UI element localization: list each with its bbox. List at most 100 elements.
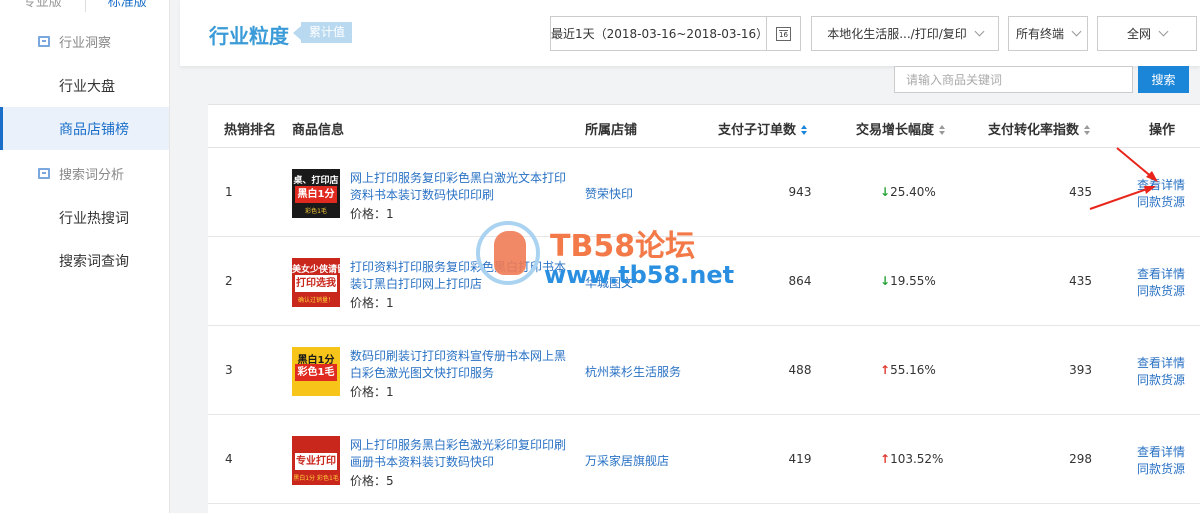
growth-value: ↑55.16% xyxy=(880,363,936,377)
col-shop: 所属店铺 xyxy=(585,123,638,138)
product-thumbnail[interactable]: 黑白1分 彩色1毛 xyxy=(292,347,340,396)
table-row: 1 桌、打印店 黑白1分 彩色1毛 网上打印服务复印彩色黑白激光文本打印资料书本… xyxy=(208,148,1200,237)
price-value: 5 xyxy=(386,474,394,488)
product-name-link[interactable]: 打印资料打印服务复印彩色黑白打印书本装订黑白打印网上打印店 xyxy=(350,259,575,293)
product-keyword-input[interactable] xyxy=(894,66,1133,93)
chevron-down-icon xyxy=(1071,26,1082,37)
thumb-text: 确认过销量！ xyxy=(297,297,334,304)
arrow-down-icon: ↓ xyxy=(880,185,891,199)
product-price: 价格：1 xyxy=(350,383,394,400)
shop-link[interactable]: 赞荣快印 xyxy=(585,185,633,202)
operation-cell: 查看详情 同款货源 xyxy=(1137,266,1185,300)
header-bar: 行业粒度 累计值 最近1天（2018-03-16~2018-03-16） 16 … xyxy=(180,0,1200,66)
sidebar-item-label: 搜索词查询 xyxy=(59,253,129,270)
date-range-picker[interactable]: 最近1天（2018-03-16~2018-03-16） 16 xyxy=(550,16,801,51)
date-range-text: 最近1天（2018-03-16~2018-03-16） xyxy=(551,27,769,41)
terminal-select[interactable]: 所有终端 xyxy=(1008,16,1088,51)
terminal-value: 所有终端 xyxy=(1015,27,1064,41)
operation-cell: 查看详情 同款货源 xyxy=(1137,444,1185,478)
orders-value: 943 xyxy=(788,185,812,199)
sidebar-item-industry-overview[interactable]: 行业大盘 xyxy=(0,64,169,107)
price-value: 1 xyxy=(386,207,394,221)
orders-value: 488 xyxy=(788,363,812,377)
same-source-link[interactable]: 同款货源 xyxy=(1137,283,1185,300)
product-name-link[interactable]: 网上打印服务黑白彩色激光彩印复印印刷画册书本资料装订数码快印 xyxy=(350,437,575,471)
col-orders[interactable]: 支付子订单数 xyxy=(718,119,808,138)
growth-percent: 103.52% xyxy=(890,452,944,466)
same-source-link[interactable]: 同款货源 xyxy=(1137,461,1185,478)
orders-value: 419 xyxy=(788,452,812,466)
price-label: 价格： xyxy=(350,385,387,399)
thumb-text: 美女少侠请留步 xyxy=(292,265,340,275)
price-label: 价格： xyxy=(350,207,387,221)
thumb-text: 桌、打印店 xyxy=(293,176,339,186)
product-price: 价格：5 xyxy=(350,472,394,489)
growth-percent: 55.16% xyxy=(890,363,936,377)
sidebar-item-label: 行业热搜词 xyxy=(59,210,129,227)
col-conversion[interactable]: 支付转化率指数 xyxy=(988,119,1091,138)
sort-icon xyxy=(801,125,808,135)
cumulative-badge: 累计值 xyxy=(292,22,353,43)
table-row: 2 美女少侠请留步 打印选我 确认过销量！ 打印资料打印服务复印彩色黑白打印书本… xyxy=(208,237,1200,326)
conversion-value: 393 xyxy=(1069,363,1092,377)
chevron-down-icon xyxy=(974,26,985,37)
category-select[interactable]: 本地化生活服.../打印/复印 xyxy=(811,16,999,51)
product-name-link[interactable]: 网上打印服务复印彩色黑白激光文本打印资料书本装订数码快印印刷 xyxy=(350,170,575,204)
growth-percent: 19.55% xyxy=(890,274,936,288)
thumb-text: 黑白1分 xyxy=(295,186,337,203)
col-rank: 热销排名 xyxy=(224,123,277,138)
growth-value: ↓19.55% xyxy=(880,274,936,288)
col-product-info: 商品信息 xyxy=(292,123,345,138)
col-orders-label: 支付子订单数 xyxy=(718,123,797,138)
rank-value: 3 xyxy=(225,363,233,377)
tab-standard-version[interactable]: 标准版 xyxy=(84,0,170,12)
operation-cell: 查看详情 同款货源 xyxy=(1137,355,1185,389)
search-button[interactable]: 搜索 xyxy=(1138,66,1189,93)
thumb-text: 彩色1毛 xyxy=(305,208,327,215)
orders-value: 864 xyxy=(788,274,812,288)
rank-value: 4 xyxy=(225,452,233,466)
product-rank-table: 热销排名 商品信息 所属店铺 支付子订单数 交易增长幅度 支付转化率指数 操作 … xyxy=(208,104,1200,513)
product-price: 价格：1 xyxy=(350,205,394,222)
calendar-icon: 16 xyxy=(776,26,791,41)
sidebar-item-hot-search-terms[interactable]: 行业热搜词 xyxy=(0,196,169,239)
thumb-text: 打印选我 xyxy=(295,275,337,292)
product-thumbnail[interactable]: 专业打印 黑白1分 彩色1毛 xyxy=(292,436,340,485)
product-thumbnail[interactable]: 桌、打印店 黑白1分 彩色1毛 xyxy=(292,169,340,218)
same-source-link[interactable]: 同款货源 xyxy=(1137,372,1185,389)
sidebar-section-search-analysis: 搜索词分析 xyxy=(0,150,169,196)
shop-link[interactable]: 万采家居旗舰店 xyxy=(585,452,669,469)
same-source-link[interactable]: 同款货源 xyxy=(1137,194,1185,211)
price-value: 1 xyxy=(386,296,394,310)
category-value: 本地化生活服.../打印/复印 xyxy=(827,27,967,41)
view-detail-link[interactable]: 查看详情 xyxy=(1137,177,1185,194)
calendar-button[interactable]: 16 xyxy=(766,17,800,50)
sidebar-item-label: 商品店铺榜 xyxy=(59,121,129,138)
table-row: 4 专业打印 黑白1分 彩色1毛 网上打印服务黑白彩色激光彩印复印印刷画册书本资… xyxy=(208,415,1200,504)
network-select[interactable]: 全网 xyxy=(1097,16,1197,51)
view-detail-link[interactable]: 查看详情 xyxy=(1137,444,1185,461)
chevron-down-icon xyxy=(1158,26,1169,37)
shop-link[interactable]: 杭州莱杉生活服务 xyxy=(585,363,681,380)
thumb-text: 专业打印 xyxy=(295,453,337,470)
col-operation: 操作 xyxy=(1149,123,1176,138)
sort-icon xyxy=(1084,125,1091,135)
product-thumbnail[interactable]: 美女少侠请留步 打印选我 确认过销量！ xyxy=(292,258,340,307)
tab-pro-version[interactable]: 专业版 xyxy=(0,0,85,12)
version-tabs: 专业版 标准版 xyxy=(0,0,169,12)
growth-value: ↓25.40% xyxy=(880,185,936,199)
building-icon xyxy=(38,167,50,179)
sidebar-item-product-shop-rank[interactable]: 商品店铺榜 xyxy=(0,107,169,150)
sidebar: 专业版 标准版 行业洞察 行业大盘 商品店铺榜 搜索词分析 行业热搜词 搜索词查… xyxy=(0,0,170,513)
sidebar-item-search-term-query[interactable]: 搜索词查询 xyxy=(0,239,169,282)
product-name-link[interactable]: 数码印刷装订打印资料宣传册书本网上黑白彩色激光图文快打印服务 xyxy=(350,348,575,382)
conversion-value: 298 xyxy=(1069,452,1092,466)
shop-link[interactable]: 华城图文 xyxy=(585,274,633,291)
view-detail-link[interactable]: 查看详情 xyxy=(1137,266,1185,283)
view-detail-link[interactable]: 查看详情 xyxy=(1137,355,1185,372)
arrow-up-icon: ↑ xyxy=(880,363,891,377)
col-growth[interactable]: 交易增长幅度 xyxy=(856,119,946,138)
growth-percent: 25.40% xyxy=(890,185,936,199)
sidebar-item-label: 行业大盘 xyxy=(59,78,115,95)
price-label: 价格： xyxy=(350,474,387,488)
